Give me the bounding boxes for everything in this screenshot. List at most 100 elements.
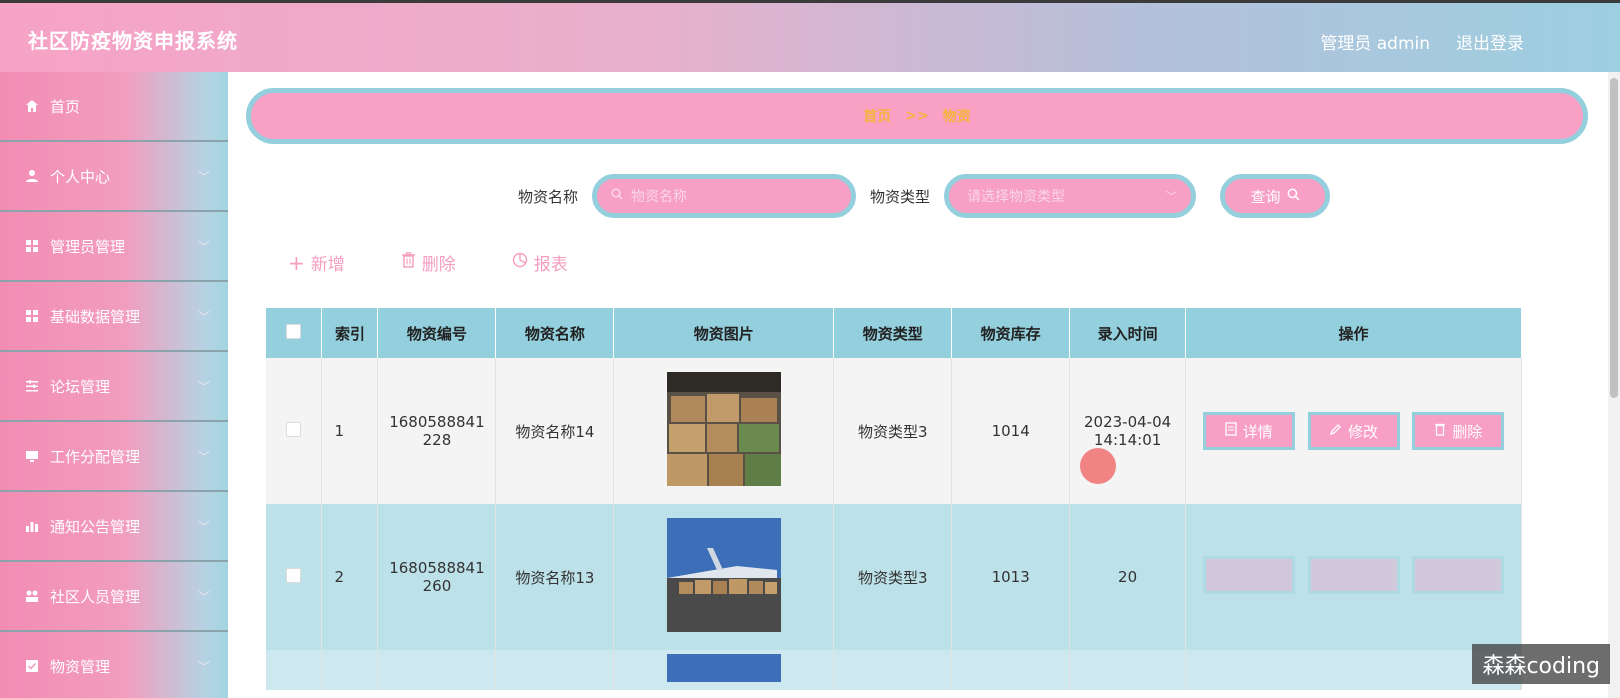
logout-link[interactable]: 退出登录	[1456, 29, 1524, 54]
column-header: 物资类型	[833, 308, 953, 358]
supplies-table: 索引 物资编号 物资名称 物资图片 物资类型 物资库存 录入时间 操作 1 16…	[266, 308, 1522, 690]
column-header: 索引	[321, 308, 379, 358]
sidebar-item-notice[interactable]: 通知公告管理 ﹀	[0, 492, 228, 562]
delete-button[interactable]	[1412, 556, 1505, 594]
monitor-icon	[24, 448, 40, 464]
row-type: 物资类型3	[833, 504, 953, 650]
breadcrumb: 首页 >> 物资	[246, 88, 1588, 144]
home-icon	[24, 98, 40, 114]
trash-icon	[401, 252, 416, 273]
people-icon	[24, 588, 40, 604]
sidebar-item-supplies[interactable]: 物资管理 ﹀	[0, 632, 228, 698]
report-button-label: 报表	[533, 255, 568, 275]
action-toolbar: + 新增 删除 报表	[288, 250, 568, 275]
grid-icon	[24, 238, 40, 254]
current-user-label[interactable]: 管理员 admin	[1320, 29, 1430, 54]
sidebar-item-forum[interactable]: 论坛管理 ﹀	[0, 352, 228, 422]
edit-button[interactable]	[1307, 556, 1400, 594]
table-row: 1 1680588841 228 物资名称14 物资类型3 1014 2023-…	[266, 358, 1522, 504]
detail-button[interactable]: 详情	[1202, 412, 1295, 450]
edit-button-label: 修改	[1348, 422, 1379, 441]
select-all-checkbox[interactable]	[286, 323, 302, 339]
row-name: 物资名称13	[495, 504, 615, 650]
delete-button-label: 删除	[1452, 422, 1483, 441]
row-code-cell: 1680588841 260	[377, 504, 497, 650]
supply-image-boxes[interactable]	[666, 372, 781, 486]
sidebar-item-admin-management[interactable]: 管理员管理 ﹀	[0, 212, 228, 282]
row-checkbox[interactable]	[286, 421, 302, 437]
row-date: 20	[1118, 568, 1138, 586]
plus-icon: +	[288, 250, 305, 275]
batch-delete-button[interactable]: 删除	[401, 250, 456, 275]
breadcrumb-current: 物资	[942, 109, 971, 125]
row-image-cell	[613, 358, 835, 504]
page-scrollbar[interactable]	[1608, 72, 1620, 698]
grid-icon	[24, 308, 40, 324]
search-bar: 物资名称 物资名称 物资类型 请选择物资类型 ﹀ 查询	[228, 172, 1620, 220]
chevron-down-icon: ﹀	[197, 590, 210, 604]
batch-delete-label: 删除	[421, 255, 456, 275]
sidebar-item-label: 个人中心	[50, 167, 111, 186]
supply-image-airplane[interactable]	[666, 518, 781, 632]
chevron-down-icon: ﹀	[197, 520, 210, 534]
table-header-row: 索引 物资编号 物资名称 物资图片 物资类型 物资库存 录入时间 操作	[266, 308, 1522, 358]
row-index: 1	[321, 358, 379, 504]
column-header: 物资名称	[495, 308, 615, 358]
detail-button-label: 详情	[1242, 422, 1273, 441]
chevron-down-icon: ﹀	[197, 170, 210, 184]
column-header: 物资编号	[377, 308, 497, 358]
sidebar-item-label: 首页	[50, 97, 81, 116]
query-button-label: 查询	[1250, 187, 1281, 206]
row-time-cell: 20	[1069, 504, 1187, 650]
chevron-down-icon: ﹀	[197, 450, 210, 464]
row-checkbox[interactable]	[286, 567, 302, 583]
report-button[interactable]: 报表	[512, 250, 568, 275]
row-name: 物资名称14	[495, 358, 615, 504]
sidebar-item-personal-center[interactable]: 个人中心 ﹀	[0, 142, 228, 212]
row-code-part: 1680588841	[389, 559, 485, 577]
column-header: 物资图片	[613, 308, 835, 358]
sidebar: 首页 个人中心 ﹀ 管理员管理 ﹀ 基础数据管理 ﹀ 论坛管理 ﹀ 工作分配管理…	[0, 72, 228, 698]
table-row: 2 1680588841 260 物资名称13 物资类型3 1013 20	[266, 504, 1522, 650]
breadcrumb-home[interactable]: 首页	[863, 106, 891, 126]
name-search-label: 物资名称	[517, 187, 578, 206]
edit-button[interactable]: 修改	[1307, 412, 1400, 450]
scrollbar-thumb[interactable]	[1610, 78, 1618, 398]
sidebar-item-label: 基础数据管理	[50, 307, 141, 326]
row-image-cell	[613, 504, 835, 650]
add-button[interactable]: + 新增	[288, 250, 345, 276]
name-search-input[interactable]: 物资名称	[592, 174, 856, 218]
type-select[interactable]: 请选择物资类型 ﹀	[944, 174, 1197, 218]
chevron-down-icon: ﹀	[197, 380, 210, 394]
bar-chart-icon	[24, 518, 40, 534]
name-search-placeholder: 物资名称	[631, 189, 687, 205]
query-button[interactable]: 查询	[1220, 174, 1331, 218]
breadcrumb-separator: >>	[905, 108, 929, 124]
row-type: 物资类型3	[833, 358, 953, 504]
row-index: 2	[321, 504, 379, 650]
sidebar-item-work-assignment[interactable]: 工作分配管理 ﹀	[0, 422, 228, 492]
column-header: 操作	[1185, 308, 1522, 358]
delete-button[interactable]: 删除	[1412, 412, 1505, 450]
detail-button[interactable]	[1202, 556, 1295, 594]
top-right-menu: 管理员 admin 退出登录	[1320, 29, 1524, 54]
row-code-part: 1680588841	[389, 413, 485, 431]
row-date: 2023-04-04	[1084, 413, 1172, 431]
row-time-cell: 2023-04-04 14:14:01	[1069, 358, 1187, 504]
row-stock: 1014	[951, 358, 1071, 504]
row-image-cell	[613, 650, 835, 690]
sidebar-item-basic-data[interactable]: 基础数据管理 ﹀	[0, 282, 228, 352]
trash-icon	[1434, 422, 1446, 440]
sidebar-item-community-people[interactable]: 社区人员管理 ﹀	[0, 562, 228, 632]
sidebar-item-label: 管理员管理	[50, 237, 126, 256]
chevron-down-icon: ﹀	[197, 660, 210, 674]
main-content: 首页 >> 物资 物资名称 物资名称 物资类型 请选择物资类型 ﹀ 查询 + 新…	[228, 72, 1620, 698]
sidebar-item-home[interactable]: 首页	[0, 72, 228, 142]
row-operations: 详情 修改 删除	[1185, 358, 1522, 504]
row-stock: 1013	[951, 504, 1071, 650]
top-bar: 社区防疫物资申报系统 管理员 admin 退出登录	[0, 0, 1620, 72]
row-time: 14:14:01	[1093, 431, 1162, 449]
column-header: 录入时间	[1069, 308, 1187, 358]
sliders-icon	[24, 378, 40, 394]
supply-image-partial[interactable]	[666, 654, 781, 682]
